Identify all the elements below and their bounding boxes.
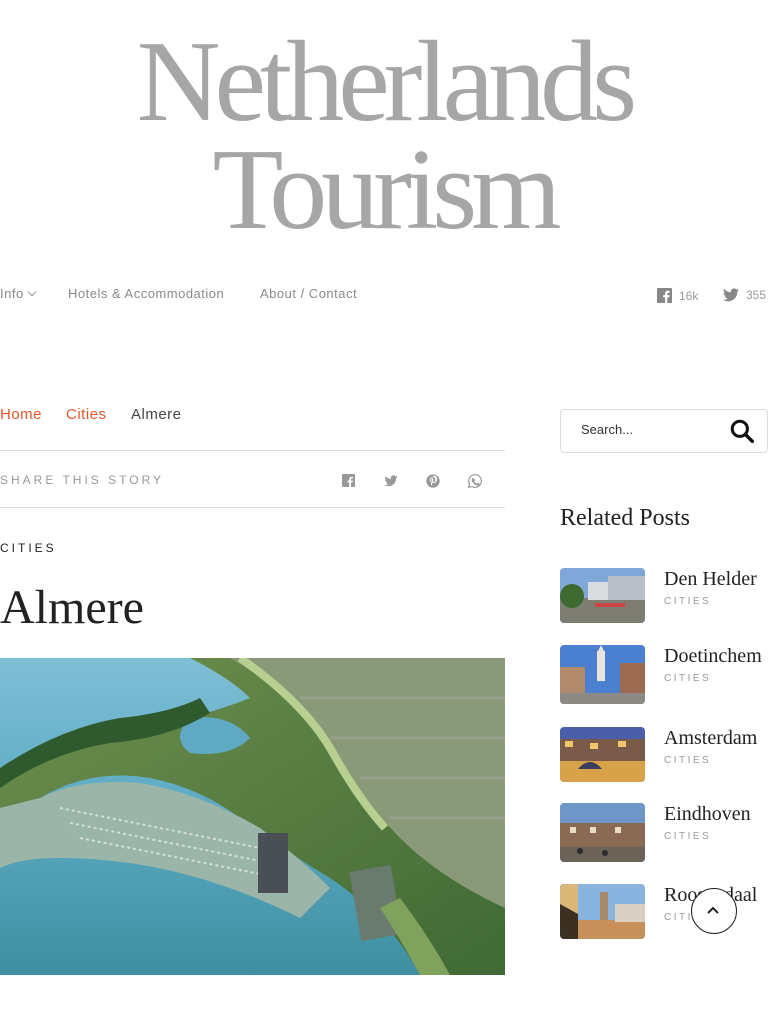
twitter-icon[interactable] xyxy=(383,473,399,489)
article-title: Almere xyxy=(0,581,144,634)
site-title-line2: Tourism xyxy=(212,126,562,254)
related-posts-title: Related Posts xyxy=(560,505,690,531)
nav-item-about[interactable]: About / Contact xyxy=(260,286,357,301)
facebook-icon[interactable] xyxy=(341,473,357,489)
share-label: SHARE THIS STORY xyxy=(0,473,165,487)
related-post[interactable]: Den Helder CITIES xyxy=(560,568,768,628)
divider xyxy=(0,507,505,508)
chevron-down-icon xyxy=(27,287,36,297)
related-post[interactable]: Doetinchem CITIES xyxy=(560,645,768,705)
article-hero-image xyxy=(0,658,505,975)
post-thumbnail[interactable] xyxy=(560,884,645,939)
post-thumbnail[interactable] xyxy=(560,645,645,704)
post-category[interactable]: CITIES xyxy=(664,831,711,842)
chevron-up-icon xyxy=(706,906,719,914)
nav-item-info-label: Info xyxy=(0,286,24,301)
post-title[interactable]: Doetinchem xyxy=(664,645,762,668)
twitter-count: 355 xyxy=(746,288,767,302)
facebook-count: 16k xyxy=(679,288,699,303)
post-title[interactable]: Eindhoven xyxy=(664,803,751,826)
breadcrumb-home[interactable]: Home xyxy=(0,406,42,423)
post-thumbnail[interactable] xyxy=(560,568,645,623)
post-category[interactable]: CITIES xyxy=(664,673,711,684)
article-category[interactable]: CITIES xyxy=(0,541,57,555)
breadcrumb-current: Almere xyxy=(131,406,182,423)
post-thumbnail[interactable] xyxy=(560,803,645,862)
post-thumbnail[interactable] xyxy=(560,727,645,782)
whatsapp-icon[interactable] xyxy=(467,473,483,489)
nav-item-info[interactable]: Info xyxy=(0,286,36,301)
post-category[interactable]: CITIES xyxy=(664,596,711,607)
breadcrumb-cities[interactable]: Cities xyxy=(66,406,107,423)
post-category[interactable]: CITIES xyxy=(664,755,711,766)
site-title-line1: Netherlands xyxy=(136,18,637,146)
facebook-icon xyxy=(657,288,672,303)
related-post[interactable]: Amsterdam CITIES xyxy=(560,727,768,787)
search-input[interactable] xyxy=(579,421,723,438)
post-title[interactable]: Den Helder xyxy=(664,568,757,591)
site-logo[interactable]: Netherlands Tourism xyxy=(0,18,768,254)
twitter-icon xyxy=(723,288,739,302)
post-title[interactable]: Amsterdam xyxy=(664,727,757,750)
back-to-top-button[interactable] xyxy=(691,888,737,934)
twitter-link[interactable]: 355 xyxy=(723,288,766,302)
pinterest-icon[interactable] xyxy=(425,473,441,489)
search-icon[interactable] xyxy=(729,418,755,444)
search-box xyxy=(560,409,768,453)
facebook-link[interactable]: 16k xyxy=(657,288,698,303)
nav-item-hotels[interactable]: Hotels & Accommodation xyxy=(68,286,224,301)
related-post[interactable]: Eindhoven CITIES xyxy=(560,803,768,863)
divider xyxy=(0,450,505,451)
